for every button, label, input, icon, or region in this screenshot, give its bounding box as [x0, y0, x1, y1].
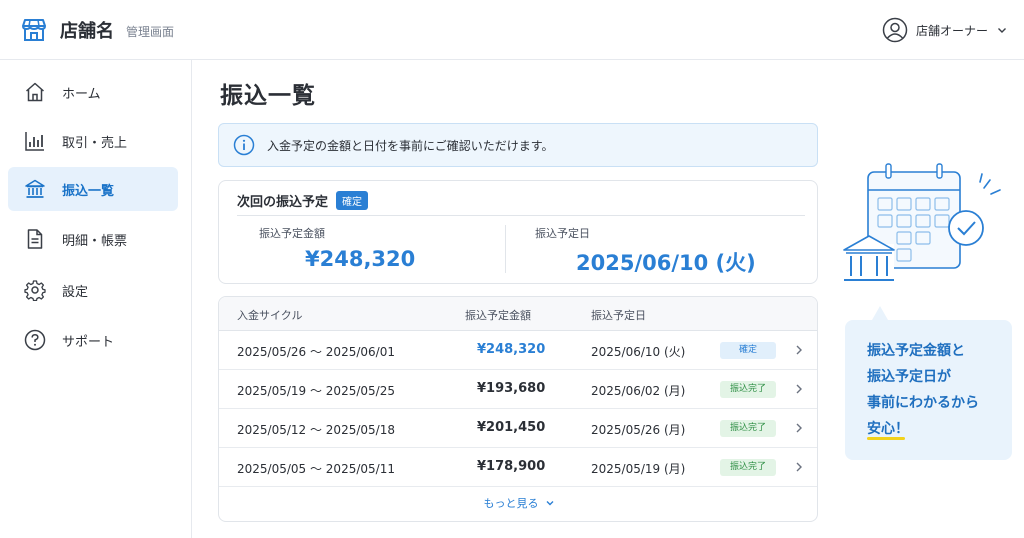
- divider: [237, 215, 805, 216]
- info-text: 入金予定の金額と日付を事前にご確認いただけます。: [267, 138, 554, 153]
- date-label: 振込予定日: [535, 227, 590, 240]
- feature-callout: 振込予定金額と 振込予定日が 事前にわかるから 安心！: [845, 320, 1012, 460]
- chevron-right-icon: [796, 384, 802, 394]
- column-header-amount: 振込予定金額: [465, 309, 531, 322]
- help-icon: [24, 329, 46, 351]
- next-transfer-card: 次回の振込予定 確定 振込予定金額 ¥248,320 振込予定日 2025/06…: [218, 180, 818, 284]
- callout-line-highlighted: 安心！: [867, 416, 909, 442]
- chevron-right-icon: [796, 462, 802, 472]
- sidebar-item-label: サポート: [62, 334, 115, 350]
- bank-icon: [25, 179, 45, 198]
- sidebar: ホーム 取引・売上 振込一覧 明細・帳票 設定 サポート: [0, 60, 192, 538]
- status-badge: 振込完了: [720, 381, 776, 398]
- sidebar-item-label: 取引・売上: [62, 135, 128, 151]
- chevron-right-icon: [796, 423, 802, 433]
- shop-name: 店舗名: [60, 20, 114, 42]
- user-avatar-icon: [882, 17, 908, 43]
- callout-line: 振込予定金額と: [867, 343, 965, 359]
- page-title: 振込一覧: [220, 83, 316, 109]
- table-header: 入金サイクル 振込予定金額 振込予定日: [219, 297, 817, 331]
- callout-line: 事前にわかるから: [867, 395, 979, 411]
- amount-cell: ¥178,900: [477, 459, 546, 474]
- sidebar-item-home[interactable]: ホーム: [8, 70, 178, 114]
- sidebar-item-transactions[interactable]: 取引・売上: [8, 119, 178, 163]
- callout-pointer: [872, 306, 888, 320]
- next-transfer-title: 次回の振込予定: [237, 195, 329, 210]
- info-icon: [233, 134, 255, 156]
- gear-icon: [24, 280, 46, 301]
- status-badge: 確定: [336, 191, 369, 210]
- chevron-right-icon: [796, 345, 802, 355]
- column-header-cycle: 入金サイクル: [237, 309, 303, 322]
- document-icon: [27, 229, 43, 249]
- sidebar-item-settings[interactable]: 設定: [8, 268, 178, 312]
- sidebar-item-support[interactable]: サポート: [8, 318, 178, 362]
- table-row[interactable]: 2025/05/19 〜 2025/05/25 ¥193,680 2025/06…: [219, 370, 817, 409]
- show-more-label: もっと見る: [483, 497, 539, 510]
- status-badge: 振込完了: [720, 420, 776, 437]
- status-badge: 振込完了: [720, 459, 776, 476]
- store-icon: [22, 18, 46, 41]
- chevron-down-icon: [546, 501, 553, 506]
- date-cell: 2025/06/02 (月): [591, 384, 686, 398]
- cycle-cell: 2025/05/19 〜 2025/05/25: [237, 384, 395, 398]
- sidebar-item-label: 設定: [62, 284, 89, 300]
- user-menu[interactable]: 店舗オーナー: [882, 16, 1008, 44]
- next-transfer-amount: ¥248,320: [305, 247, 416, 271]
- info-banner: 入金予定の金額と日付を事前にご確認いただけます。: [218, 123, 818, 167]
- amount-label: 振込予定金額: [259, 227, 325, 240]
- bar-chart-icon: [25, 132, 44, 151]
- brand[interactable]: 店舗名 管理画面: [20, 16, 174, 44]
- next-transfer-date: 2025/06/10 (火): [576, 251, 756, 275]
- table-row[interactable]: 2025/05/05 〜 2025/05/11 ¥178,900 2025/05…: [219, 448, 817, 487]
- cycle-cell: 2025/05/26 〜 2025/06/01: [237, 345, 395, 359]
- show-more-link[interactable]: もっと見る: [219, 495, 817, 511]
- callout-line: 振込予定日が: [867, 369, 951, 385]
- date-cell: 2025/06/10 (火): [591, 345, 686, 359]
- cycle-cell: 2025/05/12 〜 2025/05/18: [237, 423, 395, 437]
- app-header: 店舗名 管理画面 店舗オーナー: [0, 0, 1024, 60]
- amount-cell: ¥201,450: [477, 420, 546, 435]
- sidebar-item-transfers[interactable]: 振込一覧: [8, 167, 178, 211]
- sidebar-item-label: 振込一覧: [62, 183, 115, 199]
- status-badge: 確定: [720, 342, 776, 359]
- date-cell: 2025/05/26 (月): [591, 423, 686, 437]
- cycle-cell: 2025/05/05 〜 2025/05/11: [237, 462, 395, 476]
- table-row[interactable]: 2025/05/26 〜 2025/06/01 ¥248,320 2025/06…: [219, 331, 817, 370]
- amount-cell: ¥248,320: [477, 342, 546, 357]
- next-transfer-header: 次回の振込予定 確定: [237, 191, 369, 210]
- column-header-date: 振込予定日: [591, 309, 646, 322]
- transfer-table: 入金サイクル 振込予定金額 振込予定日 2025/05/26 〜 2025/06…: [218, 296, 818, 522]
- sidebar-item-statements[interactable]: 明細・帳票: [8, 217, 178, 261]
- home-icon: [26, 82, 44, 102]
- date-cell: 2025/05/19 (月): [591, 462, 686, 476]
- sidebar-item-label: 明細・帳票: [62, 233, 128, 249]
- amount-cell: ¥193,680: [477, 381, 546, 396]
- chevron-down-icon: [998, 28, 1006, 33]
- app-subtitle: 管理画面: [126, 24, 175, 39]
- divider: [505, 225, 506, 273]
- sidebar-item-label: ホーム: [62, 86, 101, 102]
- calendar-bank-illustration: [843, 163, 1001, 284]
- table-row[interactable]: 2025/05/12 〜 2025/05/18 ¥201,450 2025/05…: [219, 409, 817, 448]
- user-name: 店舗オーナー: [915, 23, 988, 38]
